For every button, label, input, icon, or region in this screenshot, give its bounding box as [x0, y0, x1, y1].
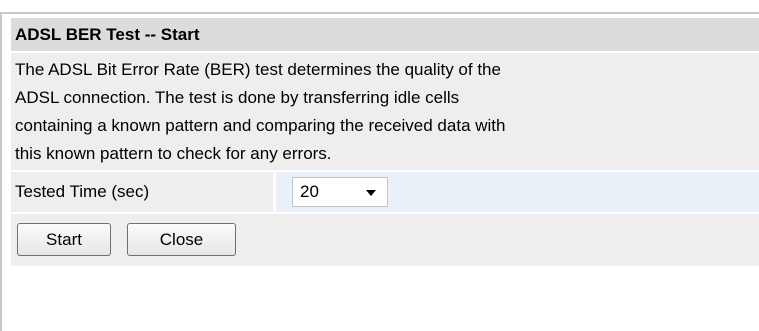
- tested-time-label: Tested Time (sec): [11, 172, 273, 212]
- panel-title: ADSL BER Test -- Start: [11, 18, 759, 51]
- tested-time-row: Tested Time (sec) 20: [11, 172, 759, 212]
- close-button[interactable]: Close: [127, 223, 236, 256]
- chevron-down-icon[interactable]: [366, 190, 376, 196]
- button-bar: Start Close: [11, 214, 759, 266]
- tested-time-select[interactable]: 20: [292, 177, 388, 207]
- description-block: The ADSL Bit Error Rate (BER) test deter…: [11, 53, 759, 170]
- description-line: The ADSL Bit Error Rate (BER) test deter…: [15, 60, 501, 79]
- start-button[interactable]: Start: [17, 223, 111, 256]
- description-line: this known pattern to check for any erro…: [15, 144, 332, 163]
- description-line: containing a known pattern and comparing…: [15, 116, 506, 135]
- description-line: ADSL connection. The test is done by tra…: [15, 88, 460, 107]
- tested-time-cell: 20: [276, 172, 759, 212]
- ber-test-panel: ADSL BER Test -- Start The ADSL Bit Erro…: [11, 18, 759, 266]
- tested-time-selected-value: 20: [300, 182, 319, 201]
